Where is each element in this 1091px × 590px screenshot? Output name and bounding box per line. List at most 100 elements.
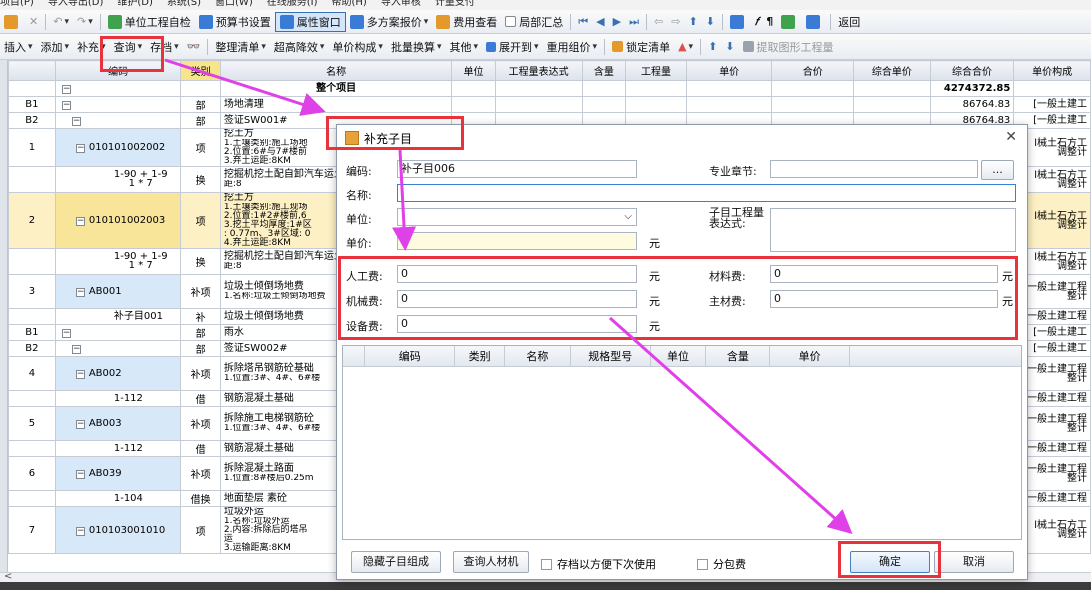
type-cell[interactable]: 补项 bbox=[180, 274, 221, 309]
partial-summary-checkbox[interactable]: 局部汇总 bbox=[501, 12, 567, 32]
type-cell[interactable]: 项 bbox=[180, 506, 221, 554]
type-cell[interactable]: 借 bbox=[180, 390, 221, 407]
collapse-icon[interactable]: − bbox=[71, 345, 81, 354]
binoculars-icon[interactable]: 👓 bbox=[183, 37, 205, 57]
header-expression[interactable]: 工程量表达式 bbox=[494, 60, 583, 81]
code-cell[interactable]: − AB039 bbox=[54, 456, 182, 491]
move-down-icon[interactable]: ⬇ bbox=[702, 12, 719, 32]
code-cell[interactable]: 1-112 bbox=[54, 440, 182, 457]
batch-convert-menu[interactable]: 批量换算 ▾ bbox=[387, 37, 446, 57]
menu-item[interactable]: 帮助(H) bbox=[332, 0, 367, 8]
equipment-field[interactable]: 0 bbox=[397, 315, 637, 333]
header-quantity[interactable]: 工程量 bbox=[625, 60, 687, 81]
type-cell[interactable]: 补项 bbox=[180, 406, 221, 441]
table-row[interactable]: B1− 部场地清理 86764.83 [一般土建工 bbox=[8, 96, 1091, 113]
menu-item[interactable]: 导入导出(D) bbox=[48, 0, 104, 8]
collapse-icon[interactable]: − bbox=[75, 144, 85, 153]
collapse-icon[interactable]: − bbox=[71, 117, 81, 126]
menu-item[interactable]: 在线服务(I) bbox=[267, 0, 318, 8]
composite-total-cell[interactable]: 4274372.85 bbox=[929, 80, 1015, 97]
sub-header-type[interactable]: 类别 bbox=[454, 346, 506, 367]
menu-item[interactable]: 导入审核 bbox=[381, 0, 421, 8]
sub-header-name[interactable]: 名称 bbox=[504, 346, 571, 367]
code-field[interactable]: 补子目006 bbox=[397, 160, 637, 178]
header-code[interactable]: 编码 bbox=[54, 60, 182, 81]
table-icon[interactable] bbox=[802, 12, 827, 32]
sub-header-code[interactable]: 编码 bbox=[364, 346, 456, 367]
fee-view-button[interactable]: 费用查看 bbox=[432, 12, 501, 32]
query-menu[interactable]: 查询 ▾ bbox=[110, 37, 147, 57]
type-cell[interactable]: 补 bbox=[180, 308, 221, 325]
code-cell[interactable]: − AB002 bbox=[54, 356, 182, 391]
dialog-title-bar[interactable]: 补充子目 bbox=[337, 125, 1027, 151]
collapse-icon[interactable]: − bbox=[75, 370, 85, 379]
code-cell[interactable]: 补子目001 bbox=[54, 308, 182, 325]
type-cell[interactable]: 部 bbox=[180, 96, 221, 113]
self-check-button[interactable]: 单位工程自检 bbox=[104, 12, 195, 32]
ok-button[interactable]: 确定 bbox=[850, 551, 930, 573]
color-fill-icon[interactable]: ▲ ▾ bbox=[674, 37, 697, 57]
header-unit-price[interactable]: 单价 bbox=[685, 60, 773, 81]
code-cell[interactable]: − bbox=[54, 324, 182, 341]
left-panel-strip[interactable] bbox=[0, 60, 8, 582]
code-cell[interactable]: − AB001 bbox=[54, 274, 182, 309]
collapse-icon[interactable]: − bbox=[61, 101, 71, 110]
collapse-icon[interactable]: − bbox=[61, 329, 71, 338]
last-record-icon[interactable]: ⏭ bbox=[625, 12, 643, 32]
paragraph-icon[interactable]: ¶ bbox=[762, 12, 777, 32]
collapse-icon[interactable]: − bbox=[75, 420, 85, 429]
code-cell[interactable]: 1-104 bbox=[54, 490, 182, 507]
property-window-button[interactable]: 属性窗口 bbox=[274, 11, 346, 32]
menu-item[interactable]: 维护(D) bbox=[117, 0, 153, 8]
down-icon[interactable]: ⬇ bbox=[721, 37, 738, 57]
reuse-pricing-menu[interactable]: 重用组价 ▾ bbox=[543, 37, 602, 57]
composition-grid[interactable]: 编码 类别 名称 规格型号 单位 含量 单价 bbox=[342, 345, 1022, 540]
type-cell[interactable]: 借换 bbox=[180, 490, 221, 507]
subcontract-fee-checkbox[interactable]: 分包费 bbox=[697, 556, 746, 572]
code-cell[interactable]: − bbox=[54, 112, 182, 129]
price-composition-cell[interactable]: [一般土建工 bbox=[1013, 96, 1091, 113]
move-left-icon[interactable]: ⇦ bbox=[650, 12, 667, 32]
budget-settings-button[interactable]: 预算书设置 bbox=[195, 12, 275, 32]
code-cell[interactable]: 1-112 bbox=[54, 390, 182, 407]
code-cell[interactable]: − bbox=[54, 340, 182, 357]
prev-record-icon[interactable]: ◀ bbox=[592, 12, 608, 32]
type-cell[interactable]: 换 bbox=[180, 166, 221, 193]
name-cell[interactable]: 整个项目 bbox=[219, 80, 453, 97]
organize-list-menu[interactable]: 整理清单 ▾ bbox=[211, 37, 270, 57]
unit-price-composition-menu[interactable]: 单价构成 ▾ bbox=[328, 37, 387, 57]
add-menu[interactable]: 添加 ▾ bbox=[37, 37, 74, 57]
hide-composition-button[interactable]: 隐藏子目组成 bbox=[351, 551, 441, 573]
header-type[interactable]: 类别 bbox=[180, 60, 221, 81]
sub-header-price[interactable]: 单价 bbox=[769, 346, 851, 367]
code-cell[interactable]: 1-90 + 1-9 1 * 7 bbox=[54, 166, 182, 193]
menu-item[interactable]: 窗口(W) bbox=[215, 0, 253, 8]
type-cell[interactable]: 补项 bbox=[180, 456, 221, 491]
scroll-left-icon[interactable]: < bbox=[4, 571, 12, 582]
code-cell[interactable]: − bbox=[54, 80, 182, 97]
header-name[interactable]: 名称 bbox=[219, 60, 453, 81]
header-composite-unit-price[interactable]: 综合单价 bbox=[853, 60, 931, 81]
main-material-field[interactable]: 0 bbox=[770, 290, 998, 308]
chapter-field[interactable] bbox=[770, 160, 978, 178]
move-up-icon[interactable]: ⬆ bbox=[684, 12, 701, 32]
machine-field[interactable]: 0 bbox=[397, 290, 637, 308]
menu-item[interactable]: 项目(P) bbox=[0, 0, 34, 8]
name-cell[interactable]: 场地清理 bbox=[219, 96, 453, 113]
move-right-icon[interactable]: ⇨ bbox=[667, 12, 684, 32]
material-field[interactable]: 0 bbox=[770, 265, 998, 283]
header-content[interactable]: 含量 bbox=[581, 60, 627, 81]
insert-menu[interactable]: 插入 ▾ bbox=[0, 37, 37, 57]
undo-icon[interactable]: ↶ ▾ bbox=[49, 12, 73, 32]
formula-icon[interactable]: 𝑓 bbox=[751, 12, 762, 32]
code-cell[interactable]: −010101002003 bbox=[54, 192, 182, 249]
type-cell[interactable]: 借 bbox=[180, 440, 221, 457]
header-price-composition[interactable]: 单价构成 bbox=[1013, 60, 1091, 81]
lock-list-button[interactable]: 锁定清单 bbox=[608, 37, 674, 57]
code-cell[interactable]: − bbox=[54, 96, 182, 113]
browse-chapter-button[interactable]: ... bbox=[981, 160, 1014, 180]
extract-quantity-button[interactable]: 提取图形工程量 bbox=[739, 37, 838, 57]
header-total-price[interactable]: 合价 bbox=[771, 60, 855, 81]
multi-plan-button[interactable]: 多方案报价 ▾ bbox=[346, 12, 433, 32]
table-row[interactable]: − 整个项目 4274372.85 bbox=[8, 80, 1091, 97]
